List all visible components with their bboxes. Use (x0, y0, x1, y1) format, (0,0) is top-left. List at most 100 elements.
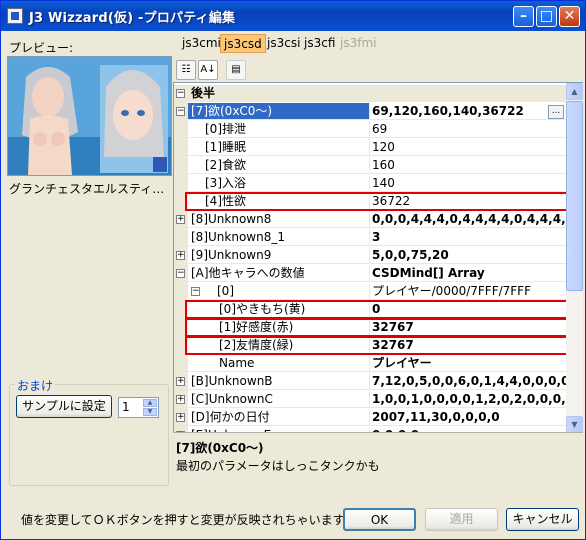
close-button[interactable]: ✕ (559, 6, 580, 27)
property-row[interactable]: [2]友情度(緑) 32767 (174, 336, 567, 355)
tab-js3cfi[interactable]: js3cfi (301, 34, 338, 53)
property-value[interactable]: 5,0,0,75,20 (370, 247, 567, 264)
minimize-button[interactable]: – (513, 6, 534, 27)
property-value[interactable]: 140 (370, 175, 567, 192)
row-margin (174, 229, 188, 247)
property-value[interactable]: プレイヤー/0000/7FFF/7FFF (370, 283, 567, 300)
expand-icon[interactable]: + (176, 395, 185, 404)
tab-js3csd[interactable]: js3csd (220, 34, 266, 53)
property-name[interactable]: [9]Unknown9 (188, 247, 370, 264)
property-value[interactable]: 69,120,160,140,36722 (370, 103, 567, 120)
apply-button[interactable]: 適用 (425, 508, 498, 531)
preview-label: プレビュー: (9, 41, 74, 55)
spin-up-icon[interactable]: ▲ (143, 399, 157, 407)
title-bar[interactable]: J3 Wizzard(仮) -プロパティ編集 – □ ✕ (1, 1, 585, 31)
minimize-icon: – (520, 8, 527, 24)
grid-category-row[interactable]: 後半 − (174, 85, 567, 103)
property-row[interactable]: [2]食欲 160 (174, 157, 567, 175)
property-value[interactable]: 32767 (370, 319, 567, 336)
description-pane: [7]欲(0xC0～) 最初のパラメータはしっこタンクかも (173, 432, 583, 497)
cancel-button[interactable]: キャンセル (506, 508, 579, 531)
az-sort-icon[interactable]: A↓ (198, 60, 218, 80)
property-row[interactable]: [A]他キャラへの数値 − CSDMind[] Array (174, 265, 567, 283)
property-name[interactable]: [A]他キャラへの数値 (188, 265, 370, 282)
property-value[interactable]: プレイヤー (370, 355, 567, 372)
property-value[interactable]: 0 (370, 301, 567, 318)
property-grid[interactable]: 後半 − [7]欲(0xC0～) −69,120,160,140,36722... [0… (173, 82, 567, 433)
property-name[interactable]: [0] (188, 283, 370, 300)
property-pages-icon[interactable]: ▤ (226, 60, 246, 80)
property-value[interactable]: 1,0,0,1,0,0,0,0,1,2,0,2,0,0,0,0,0,0 (370, 391, 567, 408)
property-value[interactable]: 3 (370, 229, 567, 246)
tab-js3csi[interactable]: js3csi (264, 34, 303, 53)
property-name[interactable]: [D]何かの日付 (188, 409, 370, 426)
expand-icon[interactable]: + (176, 215, 185, 224)
scroll-down-icon[interactable]: ▼ (566, 416, 583, 433)
collapse-icon[interactable]: − (176, 269, 185, 278)
property-name[interactable]: [0]やきもち(黄) (188, 301, 370, 318)
row-margin (174, 121, 188, 139)
expand-icon[interactable]: + (176, 377, 185, 386)
property-name[interactable]: [8]Unknown8 (188, 211, 370, 228)
property-value[interactable]: 32767 (370, 337, 567, 354)
property-row[interactable]: [9]Unknown9 +5,0,0,75,20 (174, 247, 567, 265)
property-row[interactable]: [8]Unknown8_1 3 (174, 229, 567, 247)
maximize-button[interactable]: □ (536, 6, 557, 27)
property-name[interactable]: [C]UnknownC (188, 391, 370, 408)
property-name[interactable]: 後半 (188, 85, 567, 102)
scroll-up-icon[interactable]: ▲ (566, 83, 583, 100)
property-value[interactable]: 69 (370, 121, 567, 138)
maximize-icon: □ (539, 8, 554, 24)
property-name[interactable]: [4]性欲 (188, 193, 370, 210)
property-row[interactable]: [B]UnknownB +7,12,0,5,0,0,6,0,1,4,4,0,0,0… (174, 373, 567, 391)
set-sample-button[interactable]: サンプルに設定 (16, 395, 112, 418)
row-margin (174, 175, 188, 193)
property-name[interactable]: [2]食欲 (188, 157, 370, 174)
property-name[interactable]: [3]入浴 (188, 175, 370, 192)
property-name[interactable]: [B]UnknownB (188, 373, 370, 390)
expand-icon[interactable]: + (176, 251, 185, 260)
property-value[interactable]: 2007,11,30,0,0,0,0 (370, 409, 567, 426)
preview-render (8, 57, 171, 175)
property-name[interactable]: [1]好感度(赤) (188, 319, 370, 336)
expand-icon[interactable]: + (176, 413, 185, 422)
property-row[interactable]: [1]好感度(赤) 32767 (174, 318, 567, 337)
property-row[interactable]: [7]欲(0xC0～) − 69,120,160,140,36722... (174, 103, 567, 121)
tab-js3fmi: js3fmi (340, 36, 377, 50)
ellipsis-button[interactable]: ... (548, 105, 564, 119)
property-row[interactable]: [4]性欲 36722 (174, 192, 567, 211)
property-row[interactable]: [C]UnknownC +1,0,0,1,0,0,0,0,1,2,0,2,0,0,… (174, 391, 567, 409)
property-name[interactable]: Name (188, 355, 370, 372)
property-name[interactable]: [8]Unknown8_1 (188, 229, 370, 246)
collapse-icon[interactable]: − (176, 89, 185, 98)
character-name: グランチェスタエルスティ… (9, 182, 165, 196)
property-name[interactable]: [2]友情度(緑) (188, 337, 370, 354)
property-row[interactable]: [D]何かの日付 +2007,11,30,0,0,0,0 (174, 409, 567, 427)
property-name[interactable]: [7]欲(0xC0～) (188, 103, 370, 120)
property-row[interactable]: [8]Unknown8 +0,0,0,4,4,4,0,4,4,4,4,0,4,4,… (174, 211, 567, 229)
property-value[interactable]: 160 (370, 157, 567, 174)
ok-button[interactable]: OK (343, 508, 416, 531)
property-row[interactable]: [0]排泄 69 (174, 121, 567, 139)
categorized-icon[interactable]: ☷ (176, 60, 196, 80)
property-value[interactable]: 120 (370, 139, 567, 156)
window-title: J3 Wizzard(仮) -プロパティ編集 (29, 11, 236, 26)
grid-scrollbar[interactable]: ▲ ▼ (566, 82, 583, 433)
property-row[interactable]: [3]入浴 140 (174, 175, 567, 193)
property-name[interactable]: [0]排泄 (188, 121, 370, 138)
property-name[interactable]: [1]睡眠 (188, 139, 370, 156)
property-row[interactable]: [0] − プレイヤー/0000/7FFF/7FFF (174, 283, 567, 301)
tab-js3cmi[interactable]: js3cmi (179, 34, 224, 53)
collapse-icon[interactable]: − (176, 107, 185, 116)
property-value[interactable]: 36722 (370, 193, 567, 210)
collapse-icon[interactable]: − (191, 287, 200, 296)
property-value[interactable]: 0,0,0,4,4,4,0,4,4,4,4,0,4,4,4,4,4,4 (370, 211, 567, 228)
property-row[interactable]: [1]睡眠 120 (174, 139, 567, 157)
app-icon (7, 8, 23, 24)
scrollbar-thumb[interactable] (566, 101, 583, 291)
property-row[interactable]: [0]やきもち(黄) 0 (174, 300, 567, 319)
spin-down-icon[interactable]: ▼ (143, 408, 157, 416)
property-value[interactable]: CSDMind[] Array (370, 265, 567, 282)
property-row[interactable]: Name プレイヤー (174, 355, 567, 373)
property-value[interactable]: 7,12,0,5,0,0,6,0,1,4,4,0,0,0,0,0 (370, 373, 567, 390)
